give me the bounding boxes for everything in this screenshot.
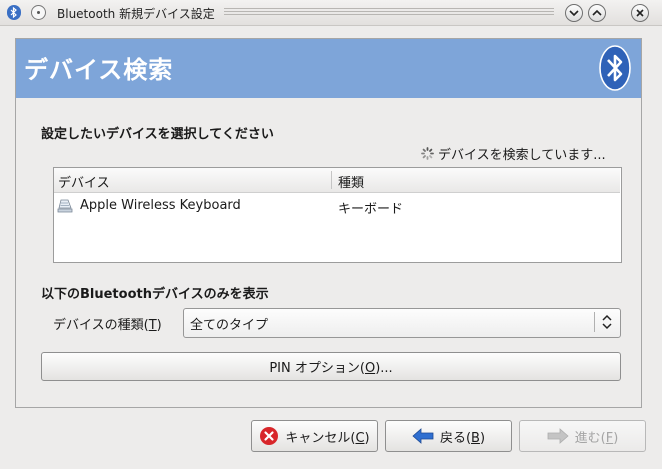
chevron-up-icon — [592, 9, 602, 16]
minimize-button[interactable] — [565, 4, 583, 22]
search-status: デバイスを検索しています... — [421, 144, 606, 163]
device-list-header — [54, 168, 620, 193]
cancel-label: キャンセル(C) — [285, 430, 370, 446]
forward-button[interactable]: 進む(F) — [519, 420, 646, 452]
bluetooth-logo-icon — [599, 45, 631, 91]
filter-heading: 以下のBluetoothデバイスのみを表示 — [41, 287, 269, 302]
maximize-button[interactable] — [588, 4, 606, 22]
column-separator[interactable] — [331, 171, 332, 189]
keyboard-icon — [57, 199, 73, 213]
forward-label: 進む(F) — [574, 430, 619, 446]
select-device-heading: 設定したいデバイスを選択してください — [41, 127, 274, 142]
device-type-value: 全てのタイプ — [190, 318, 269, 333]
cancel-icon — [260, 427, 279, 445]
chevron-down-icon — [569, 10, 579, 17]
column-header-device[interactable]: デバイス — [58, 172, 110, 191]
back-arrow-icon — [412, 428, 434, 444]
close-icon — [636, 9, 644, 17]
cancel-button[interactable]: キャンセル(C) — [251, 420, 378, 452]
spinner-icon — [421, 147, 434, 160]
pin-options-label: PIN オプション(O)... — [269, 361, 393, 376]
window-menu-icon[interactable] — [31, 5, 46, 20]
back-label: 戻る(B) — [439, 430, 486, 446]
search-status-text: デバイスを検索しています... — [438, 148, 606, 163]
up-down-arrows-icon[interactable] — [597, 312, 617, 332]
device-row-name[interactable]: Apple Wireless Keyboard — [80, 198, 241, 213]
back-button[interactable]: 戻る(B) — [385, 420, 512, 452]
close-button[interactable] — [631, 4, 649, 22]
forward-arrow-icon — [547, 428, 569, 444]
combo-separator — [594, 312, 595, 332]
window-title: Bluetooth 新規デバイス設定 — [57, 7, 215, 21]
page-title: デバイス検索 — [24, 56, 174, 84]
device-type-label: デバイスの種類(T) — [53, 318, 162, 333]
bluetooth-app-icon[interactable] — [7, 5, 21, 20]
pin-options-button[interactable]: PIN オプション(O)... — [41, 352, 621, 381]
title-bar-grip — [224, 8, 554, 17]
device-row-type[interactable]: キーボード — [338, 198, 403, 217]
column-header-type[interactable]: 種類 — [338, 172, 364, 191]
